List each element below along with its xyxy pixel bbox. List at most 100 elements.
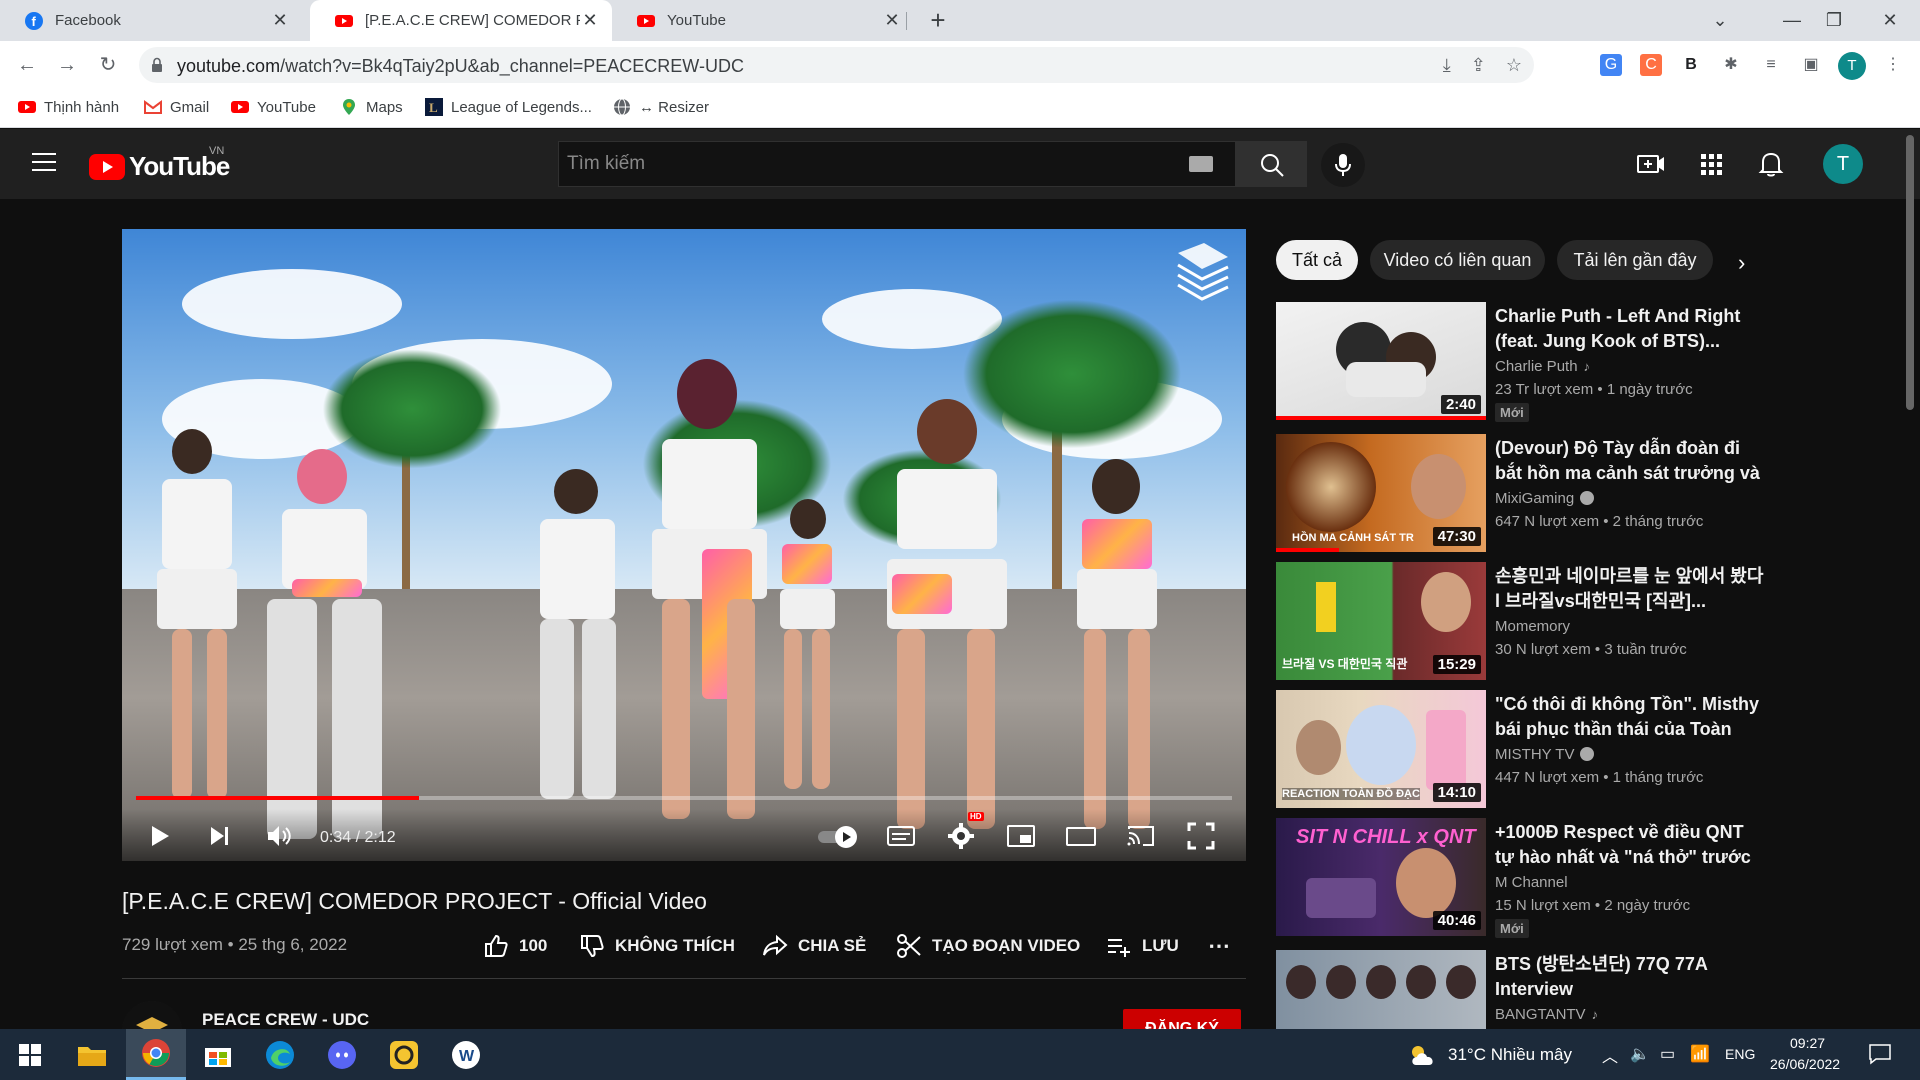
settings-gear-icon[interactable]	[944, 819, 978, 853]
video-thumbnail[interactable]: SIT N CHILL x QNT 40:46	[1276, 818, 1486, 936]
video-player[interactable]: 0:34 / 2:12 HD	[122, 229, 1246, 861]
video-thumbnail[interactable]: 브라질 VS 대한민국 직관 15:29	[1276, 562, 1486, 680]
minimize-button[interactable]: —	[1768, 0, 1816, 41]
install-icon[interactable]: ⤓	[1443, 55, 1451, 76]
save-button[interactable]: LƯU	[1106, 933, 1179, 959]
apps-grid-icon[interactable]	[1696, 149, 1726, 179]
voice-search-button[interactable]	[1321, 143, 1365, 187]
chevron-up-icon[interactable]: ︿	[1602, 1043, 1618, 1067]
speaker-icon[interactable]: 🔈	[1630, 1044, 1650, 1064]
menu-icon[interactable]	[32, 153, 56, 171]
bookmark-trending[interactable]: Thịnh hành	[18, 98, 119, 116]
share-icon[interactable]: ⇪	[1471, 55, 1486, 76]
start-button[interactable]	[0, 1029, 60, 1080]
close-tab-icon[interactable]: ✕	[580, 10, 600, 31]
bookmark-maps[interactable]: Maps	[340, 98, 403, 116]
recommendation-item[interactable]: 2:40 Charlie Puth - Left And Right (feat…	[1276, 302, 1766, 422]
media-queue-icon[interactable]: ≡	[1760, 54, 1782, 76]
subtitles-icon[interactable]	[884, 819, 918, 853]
weather-text[interactable]: 31°C Nhiều mây	[1448, 1045, 1572, 1065]
notification-center-icon[interactable]	[1868, 1043, 1892, 1065]
coccoc-extension-icon[interactable]: C	[1640, 54, 1662, 76]
dislike-button[interactable]: KHÔNG THÍCH	[579, 933, 735, 959]
notifications-bell-icon[interactable]	[1756, 149, 1786, 179]
extensions-puzzle-icon[interactable]: ✱	[1720, 54, 1742, 76]
clock-date[interactable]: 26/06/2022	[1770, 1056, 1840, 1072]
bookmark-youtube[interactable]: YouTube	[231, 98, 316, 116]
keyboard-icon[interactable]	[1189, 156, 1213, 172]
bookmark-gmail[interactable]: Gmail	[144, 98, 209, 116]
battery-icon[interactable]: ▭	[1660, 1044, 1675, 1064]
taskbar-chrome[interactable]	[126, 1029, 186, 1080]
autoplay-toggle[interactable]	[814, 819, 862, 853]
close-tab-icon[interactable]: ✕	[882, 10, 902, 31]
like-button[interactable]: 100	[483, 933, 547, 959]
close-tab-icon[interactable]: ✕	[270, 10, 290, 31]
bookmark-resizer[interactable]: ↔ Resizer	[613, 98, 709, 116]
page-scrollbar[interactable]	[1904, 129, 1916, 1029]
b-extension-icon[interactable]: B	[1680, 54, 1702, 76]
restore-button[interactable]: ❐	[1810, 0, 1858, 41]
miniplayer-icon[interactable]	[1004, 819, 1038, 853]
forward-button[interactable]: →	[53, 51, 81, 79]
fullscreen-icon[interactable]	[1184, 819, 1218, 853]
bookmark-star-icon[interactable]: ☆	[1506, 55, 1522, 76]
recommendation-title[interactable]: Charlie Puth - Left And Right (feat. Jun…	[1495, 304, 1765, 354]
chip-related[interactable]: Video có liên quan	[1370, 240, 1545, 280]
translate-extension-icon[interactable]: G	[1600, 54, 1622, 76]
taskbar-store[interactable]	[188, 1029, 248, 1080]
taskbar-edge[interactable]	[250, 1029, 310, 1080]
tab-facebook[interactable]: f Facebook ✕	[0, 0, 302, 41]
chip-recent-uploads[interactable]: Tải lên gần đây	[1557, 240, 1713, 280]
recommendation-item[interactable]: HỒN MA CẢNH SÁT TR 47:30 (Devour) Độ Tày…	[1276, 434, 1766, 554]
bookmark-league[interactable]: L League of Legends...	[425, 98, 592, 116]
recommendation-item[interactable]: REACTION TOÀN ĐỒ ĐẠC 14:10 "Có thôi đi k…	[1276, 690, 1766, 810]
recommendation-title[interactable]: BTS (방탄소년단) 77Q 77A Interview	[1495, 952, 1765, 1002]
share-button[interactable]: CHIA SẺ	[762, 933, 866, 959]
clock-time[interactable]: 09:27	[1790, 1035, 1825, 1051]
video-thumbnail[interactable]: HỒN MA CẢNH SÁT TR 47:30	[1276, 434, 1486, 552]
channel-name[interactable]: PEACE CREW - UDC	[202, 1010, 369, 1030]
taskbar-app[interactable]: W	[436, 1029, 496, 1080]
search-input[interactable]	[559, 142, 1249, 186]
recommendation-title[interactable]: "Có thôi đi không Tồn". Misthy bái phục …	[1495, 692, 1765, 742]
close-window-button[interactable]: ✕	[1866, 0, 1914, 41]
language-indicator[interactable]: ENG	[1725, 1046, 1755, 1062]
play-icon[interactable]	[142, 819, 176, 853]
recommendation-item[interactable]: BTS (방탄소년단) 77Q 77A Interview BANGTANTV ♪	[1276, 950, 1766, 1029]
scrollbar-thumb[interactable]	[1906, 135, 1914, 410]
volume-icon[interactable]	[262, 819, 296, 853]
taskbar-discord[interactable]	[312, 1029, 372, 1080]
network-icon[interactable]: 📶	[1690, 1044, 1710, 1064]
back-button[interactable]: ←	[13, 51, 41, 79]
cast-icon[interactable]	[1124, 819, 1158, 853]
chevron-right-icon[interactable]: ›	[1738, 250, 1745, 276]
tab-youtube[interactable]: YouTube ✕	[612, 0, 914, 41]
next-video-icon[interactable]	[202, 819, 236, 853]
clip-button[interactable]: TẠO ĐOẠN VIDEO	[896, 933, 1080, 959]
chip-all[interactable]: Tất cả	[1276, 240, 1358, 280]
video-thumbnail[interactable]	[1276, 950, 1486, 1029]
new-tab-button[interactable]: +	[924, 6, 952, 34]
chrome-profile-avatar[interactable]: T	[1838, 52, 1866, 80]
more-actions-icon[interactable]: ⋯	[1208, 933, 1230, 959]
recommendation-item[interactable]: 브라질 VS 대한민국 직관 15:29 손흥민과 네이마르를 눈 앞에서 봤다…	[1276, 562, 1766, 682]
chrome-menu-icon[interactable]: ⋮	[1882, 54, 1904, 76]
taskbar-ldplayer[interactable]	[374, 1029, 434, 1080]
video-thumbnail[interactable]: REACTION TOÀN ĐỒ ĐẠC 14:10	[1276, 690, 1486, 808]
taskbar-file-explorer[interactable]	[62, 1029, 122, 1080]
recommendation-title[interactable]: 손흥민과 네이마르를 눈 앞에서 봤다 l 브라질vs대한민국 [직관]...	[1495, 564, 1765, 614]
create-video-icon[interactable]	[1636, 149, 1666, 179]
search-button[interactable]	[1235, 141, 1307, 187]
video-thumbnail[interactable]: 2:40	[1276, 302, 1486, 420]
recommendation-title[interactable]: (Devour) Độ Tày dẫn đoàn đi bắt hồn ma c…	[1495, 436, 1765, 486]
recommendation-item[interactable]: SIT N CHILL x QNT 40:46 +1000Đ Respect v…	[1276, 818, 1766, 938]
tab-search-button[interactable]: ⌄	[1696, 0, 1744, 41]
address-bar[interactable]: youtube.com/watch?v=Bk4qTaiy2pU&ab_chann…	[139, 47, 1534, 83]
reload-button[interactable]: ↻	[94, 51, 122, 79]
theater-mode-icon[interactable]	[1064, 819, 1098, 853]
account-avatar[interactable]: T	[1823, 144, 1863, 184]
tab-youtube-video[interactable]: [P.E.A.C.E CREW] COMEDOR PRO ✕	[310, 0, 612, 41]
video-progress-bar[interactable]	[136, 796, 1232, 800]
side-panel-icon[interactable]: ▣	[1800, 54, 1822, 76]
